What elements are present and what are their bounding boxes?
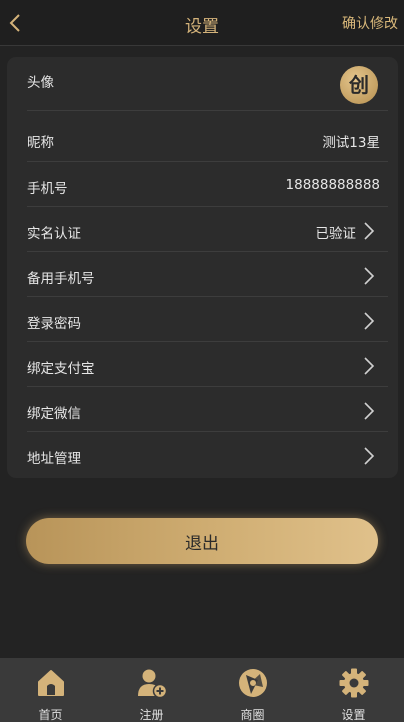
chevron-right-icon [364,357,375,375]
back-button[interactable] [2,8,28,38]
settings-row-address[interactable]: 地址管理 [27,432,388,478]
settings-row-phone[interactable]: 手机号 18888888888 [27,162,388,207]
row-label: 绑定微信 [27,406,81,422]
settings-screen: 设置 确认修改 头像 创 昵称 测试13星 手机号 18888888888 实名… [0,0,404,722]
logout-button[interactable]: 退出 [26,518,378,564]
row-label: 登录密码 [27,316,81,332]
bottom-tab-bar: 首页 注册 商圈 设置 [0,658,404,722]
settings-row-nickname[interactable]: 昵称 测试13星 [27,111,388,162]
settings-row-alipay[interactable]: 绑定支付宝 [27,342,388,387]
chevron-right-icon [364,402,375,420]
tab-label: 设置 [341,708,366,722]
phone-value: 18888888888 [285,177,380,193]
settings-list: 头像 创 昵称 测试13星 手机号 18888888888 实名认证 已验证 备… [7,57,398,478]
row-label: 绑定支付宝 [27,361,95,377]
settings-row-real-name[interactable]: 实名认证 已验证 [27,207,388,252]
chevron-right-icon [364,267,375,285]
add-user-icon [137,669,167,699]
row-label: 头像 [27,75,54,91]
chevron-right-icon [364,222,375,240]
header: 设置 确认修改 [0,0,404,46]
tab-label: 注册 [139,708,164,722]
tab-label: 商圈 [240,708,265,722]
row-label: 昵称 [27,135,54,151]
tab-business-circle[interactable]: 商圈 [202,658,303,722]
tab-home[interactable]: 首页 [0,658,101,722]
settings-row-login-password[interactable]: 登录密码 [27,297,388,342]
settings-row-avatar[interactable]: 头像 创 [27,57,388,111]
settings-row-backup-phone[interactable]: 备用手机号 [27,252,388,297]
settings-row-wechat[interactable]: 绑定微信 [27,387,388,432]
gear-icon [339,668,368,698]
row-label: 手机号 [27,181,68,197]
avatar-logo: 创 [348,73,369,97]
chevron-right-icon [364,312,375,330]
tab-settings[interactable]: 设置 [303,658,404,722]
home-icon [37,670,64,696]
avatar[interactable]: 创 [340,66,378,104]
row-label: 实名认证 [27,226,81,242]
chevron-left-icon [9,14,20,32]
aperture-icon [238,669,267,697]
row-label: 地址管理 [27,451,81,467]
nickname-value: 测试13星 [322,135,380,151]
chevron-right-icon [364,447,375,465]
real-name-status: 已验证 [315,226,357,242]
svg-text:创: 创 [348,73,369,97]
tab-register[interactable]: 注册 [101,658,202,722]
confirm-edit-button[interactable]: 确认修改 [342,13,398,33]
tab-label: 首页 [38,708,63,722]
row-label: 备用手机号 [27,271,95,287]
